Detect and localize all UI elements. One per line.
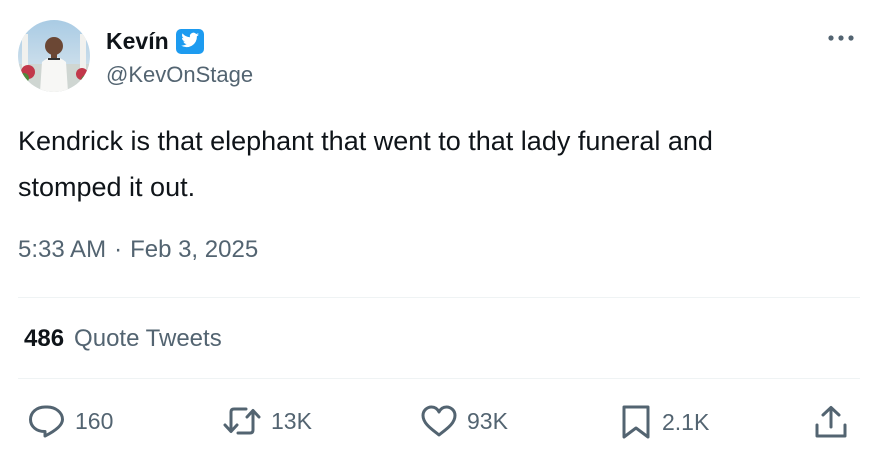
avatar[interactable]: [18, 20, 90, 92]
tweet-text-line: Kendrick is that elephant that went to t…: [18, 126, 713, 156]
tweet-time: 5:33 AM: [18, 236, 107, 263]
quote-tweets-link[interactable]: 486 Quote Tweets: [24, 322, 222, 356]
tweet-text: Kendrick is that elephant that went to t…: [18, 118, 858, 210]
quote-label: Quote Tweets: [74, 325, 222, 352]
retweet-count: 13K: [271, 408, 312, 434]
reply-count: 160: [75, 408, 114, 434]
avatar-image: [18, 20, 90, 92]
more-options-button[interactable]: [826, 28, 856, 48]
verified-badge-icon: [175, 28, 205, 55]
like-count: 93K: [467, 408, 508, 434]
quote-count: 486: [24, 325, 65, 352]
reply-icon: [29, 405, 64, 438]
tweet-date: Feb 3, 2025: [130, 236, 259, 263]
author-name-row: Kevín: [106, 26, 205, 56]
retweet-button[interactable]: 13K: [222, 404, 312, 438]
author-handle[interactable]: @KevOnStage: [106, 60, 253, 90]
more-horizontal-icon: [828, 35, 854, 41]
timestamp-separator: ·: [114, 236, 123, 263]
reply-button[interactable]: 160: [28, 404, 113, 438]
share-icon: [815, 406, 847, 438]
tweet-card: Kevín @KevOnStage Kendrick is that eleph…: [0, 0, 884, 460]
share-button[interactable]: [813, 404, 849, 440]
bookmark-icon: [622, 405, 650, 439]
retweet-icon: [223, 407, 261, 435]
tweet-text-line: stomped it out.: [18, 172, 196, 202]
bookmark-button[interactable]: 2.1K: [619, 404, 709, 440]
like-button[interactable]: 93K: [420, 404, 508, 438]
divider: [18, 378, 860, 379]
tweet-timestamp[interactable]: 5:33 AM · Feb 3, 2025: [18, 233, 258, 267]
bookmark-count: 2.1K: [662, 409, 710, 435]
author-name[interactable]: Kevín: [106, 26, 169, 56]
heart-icon: [421, 405, 457, 437]
divider: [18, 297, 860, 298]
